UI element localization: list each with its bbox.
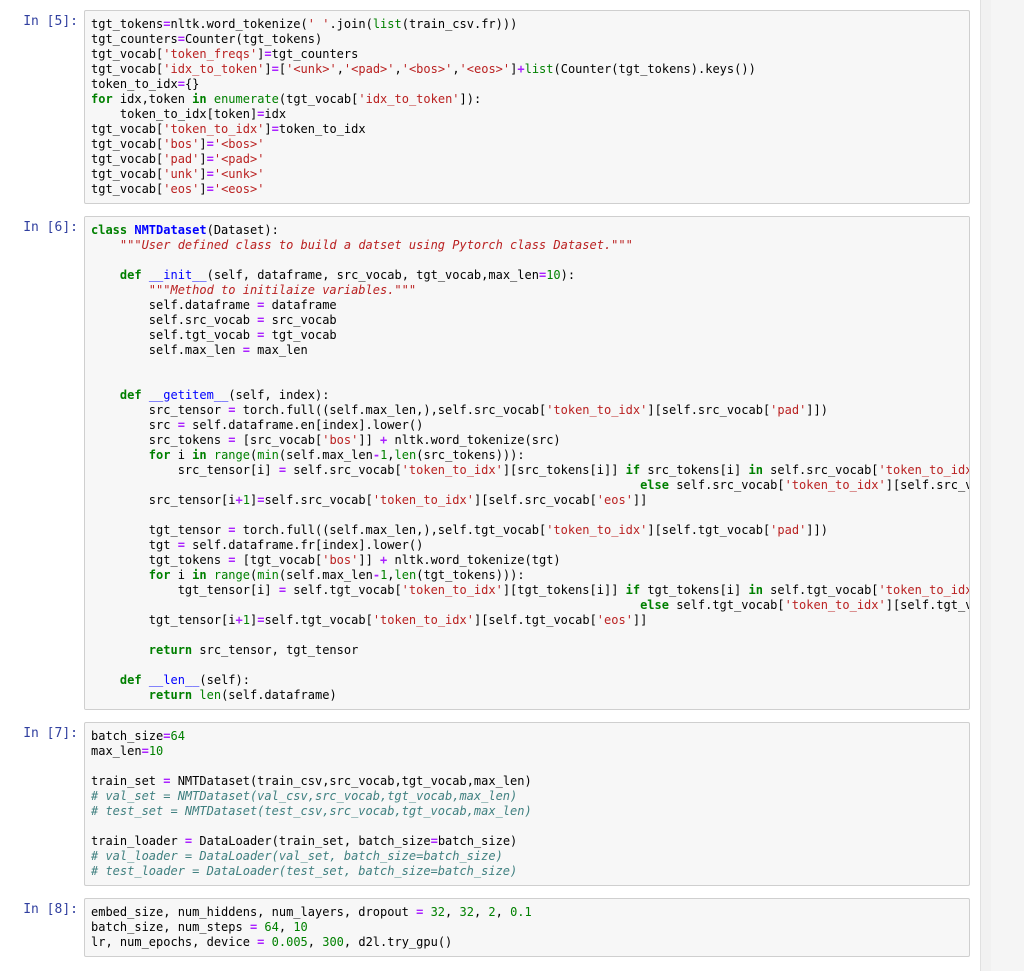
cell-prompt: In [6]: — [10, 216, 84, 710]
code-cell[interactable]: In [7]: batch_size=64 max_len=10 train_s… — [10, 720, 970, 888]
cell-input[interactable]: embed_size, num_hiddens, num_layers, dro… — [84, 898, 970, 957]
prompt-label: In [7]: — [23, 726, 78, 741]
cell-input[interactable]: tgt_tokens=nltk.word_tokenize(' '.join(l… — [84, 10, 970, 204]
code-content[interactable]: class NMTDataset(Dataset): """User defin… — [91, 223, 970, 703]
prompt-label: In [6]: — [23, 220, 78, 235]
cell-prompt: In [5]: — [10, 10, 84, 204]
notebook-container[interactable]: In [5]: tgt_tokens=nltk.word_tokenize(' … — [0, 0, 980, 971]
prompt-label: In [5]: — [23, 14, 78, 29]
cell-prompt: In [8]: — [10, 898, 84, 957]
page-scrollbar[interactable] — [980, 0, 1024, 971]
cell-prompt: In [7]: — [10, 722, 84, 886]
cell-input[interactable]: class NMTDataset(Dataset): """User defin… — [84, 216, 970, 710]
code-content[interactable]: embed_size, num_hiddens, num_layers, dro… — [91, 905, 963, 950]
code-cell[interactable]: In [6]: class NMTDataset(Dataset): """Us… — [10, 214, 970, 712]
code-content[interactable]: tgt_tokens=nltk.word_tokenize(' '.join(l… — [91, 17, 963, 197]
code-cell[interactable]: In [5]: tgt_tokens=nltk.word_tokenize(' … — [10, 8, 970, 206]
code-content[interactable]: batch_size=64 max_len=10 train_set = NMT… — [91, 729, 963, 879]
cell-input[interactable]: batch_size=64 max_len=10 train_set = NMT… — [84, 722, 970, 886]
prompt-label: In [8]: — [23, 902, 78, 917]
code-cell[interactable]: In [8]: embed_size, num_hiddens, num_lay… — [10, 896, 970, 959]
